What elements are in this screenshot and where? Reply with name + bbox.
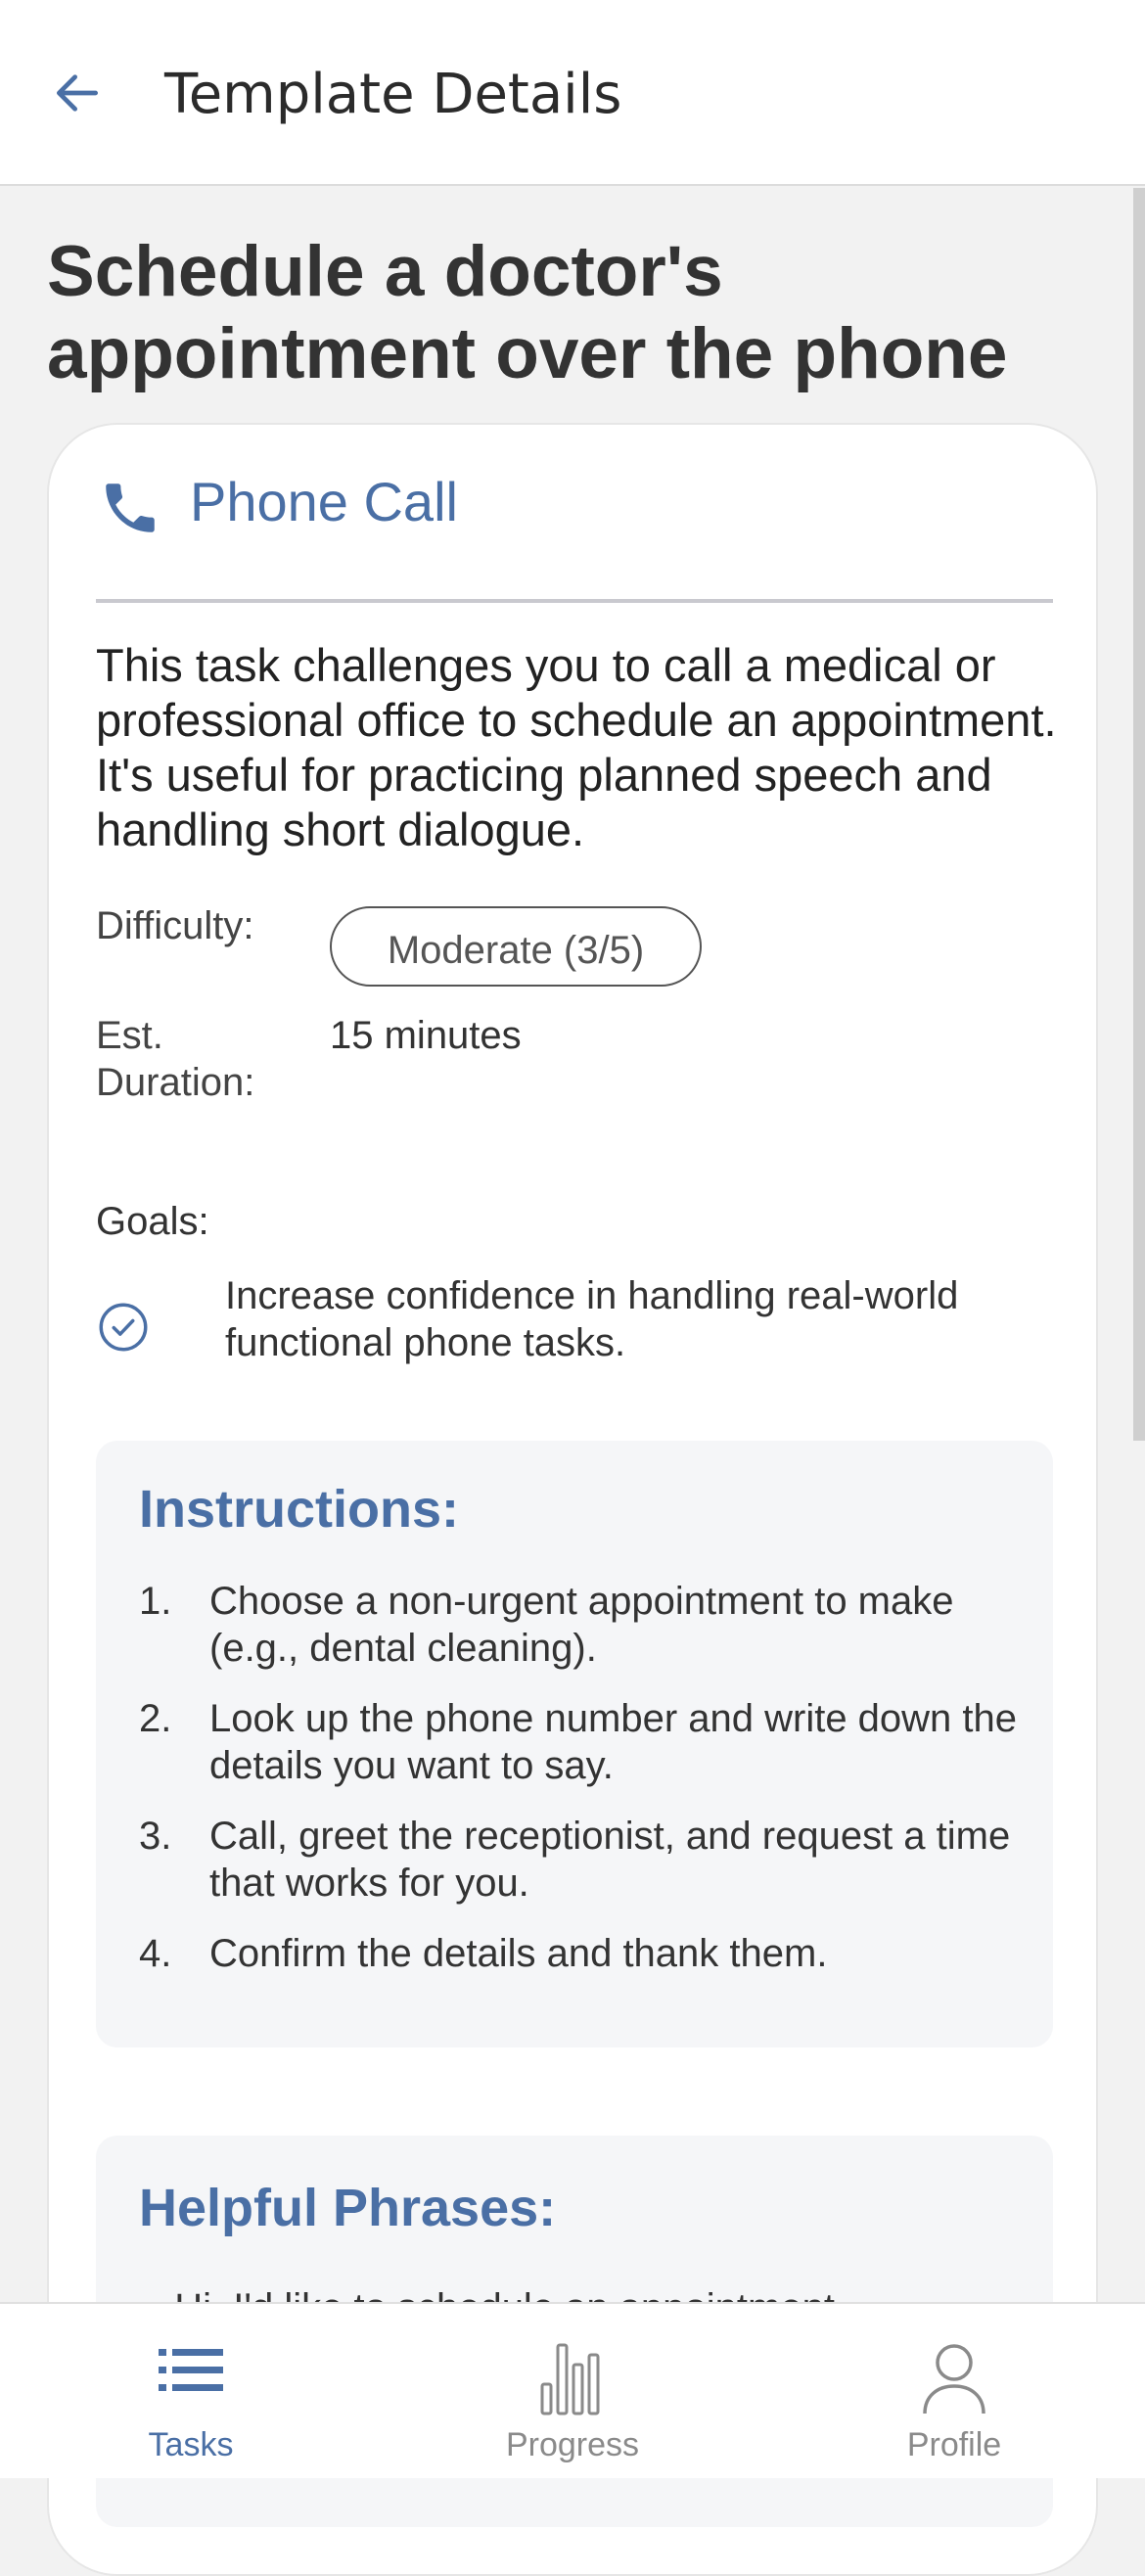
instruction-number: 2. [139, 1697, 172, 1740]
instruction-item: 4. Confirm the details and thank them. [139, 1930, 1030, 1977]
check-circle-icon [99, 1303, 148, 1352]
person-icon [923, 2344, 985, 2415]
difficulty-label: Difficulty: [96, 904, 254, 947]
instruction-text: Choose a non-urgent appointment to make … [209, 1580, 954, 1670]
duration-label-line1: Est. [96, 1014, 163, 1057]
bar-chart-icon [540, 2343, 600, 2415]
top-app-bar: Template Details [0, 0, 1145, 186]
divider [96, 599, 1053, 603]
nav-item-profile[interactable]: Profile [763, 2304, 1145, 2478]
page-title: Schedule a doctor's appointment over the… [47, 232, 1008, 393]
instruction-text: Call, greet the receptionist, and reques… [209, 1815, 1011, 1905]
instruction-number: 1. [139, 1580, 172, 1623]
instruction-number: 3. [139, 1815, 172, 1858]
list-icon [159, 2349, 223, 2391]
instruction-text: Look up the phone number and write down … [209, 1697, 1018, 1787]
nav-item-progress[interactable]: Progress [382, 2304, 763, 2478]
duration-label-line2: Duration: [96, 1061, 255, 1104]
task-description: This task challenges you to call a medic… [96, 639, 1057, 855]
duration-value: 15 minutes [330, 1014, 522, 1057]
nav-label-tasks: Tasks [148, 2426, 234, 2463]
header-title: Template Details [164, 63, 622, 126]
phone-icon [106, 483, 155, 532]
helpful-phrases-title: Helpful Phrases: [139, 2179, 557, 2237]
back-button[interactable] [43, 59, 112, 127]
difficulty-chip: Moderate (3/5) [330, 906, 702, 987]
category-label: Phone Call [190, 471, 458, 532]
bottom-navigation: Tasks Progress Profile [0, 2302, 1145, 2478]
nav-label-profile: Profile [906, 2426, 1002, 2463]
nav-item-tasks[interactable]: Tasks [0, 2304, 382, 2478]
nav-label-progress: Progress [505, 2426, 640, 2463]
instruction-item: 2. Look up the phone number and write do… [139, 1695, 1030, 1789]
goals-label: Goals: [96, 1200, 209, 1243]
arrow-left-icon [57, 74, 98, 112]
goal-text: Increase confidence in handling real-wor… [225, 1274, 959, 1364]
instruction-item: 3. Call, greet the receptionist, and req… [139, 1813, 1030, 1907]
instruction-item: 1. Choose a non-urgent appointment to ma… [139, 1578, 1030, 1672]
scrollbar[interactable] [1133, 188, 1145, 1441]
instruction-text: Confirm the details and thank them. [209, 1932, 828, 1975]
instruction-number: 4. [139, 1932, 172, 1975]
instructions-section: Instructions: 1. Choose a non-urgent app… [96, 1441, 1053, 2047]
instructions-list: 1. Choose a non-urgent appointment to ma… [139, 1578, 1030, 2001]
instructions-title: Instructions: [139, 1480, 460, 1539]
task-details-card: Phone Call This task challenges you to c… [47, 423, 1098, 2576]
